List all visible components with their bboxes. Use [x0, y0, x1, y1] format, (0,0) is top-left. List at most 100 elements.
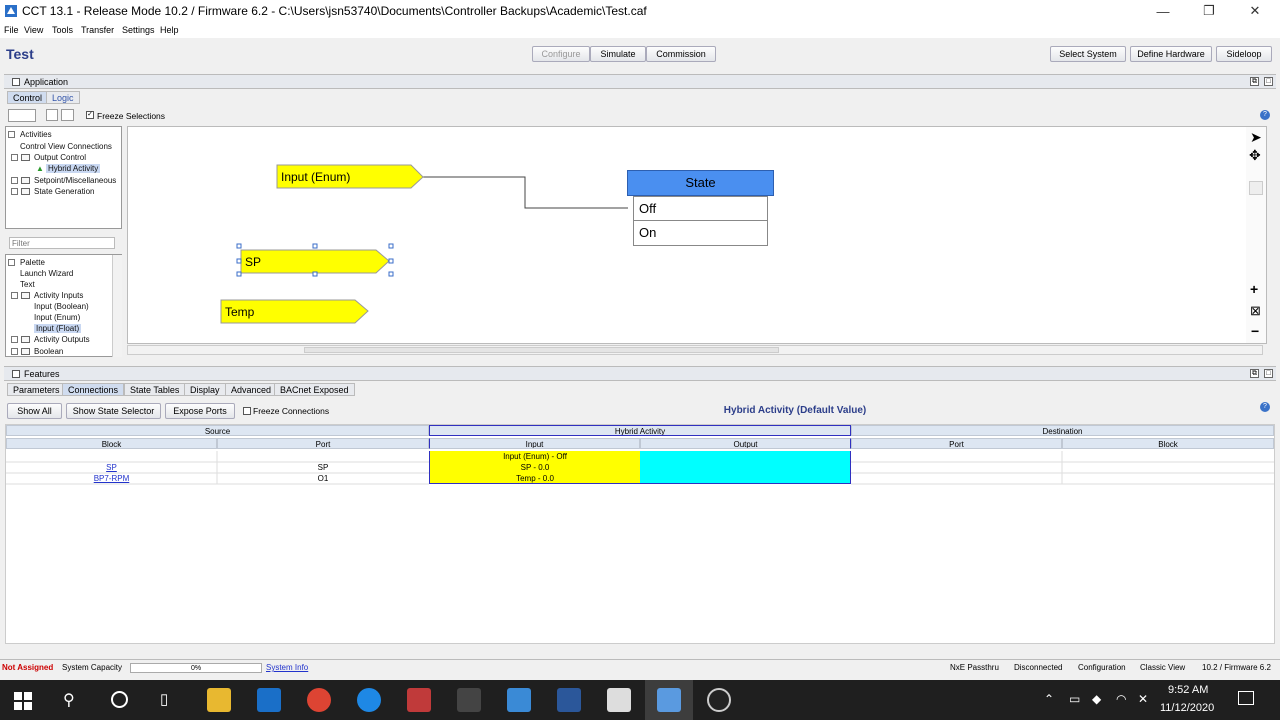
tab-advanced[interactable]: Advanced [225, 383, 278, 396]
restore-icon[interactable]: ⧉ [1250, 77, 1259, 86]
notification-icon[interactable] [1238, 691, 1254, 705]
menu-transfer[interactable]: Transfer [81, 25, 114, 35]
palette-activity-inputs[interactable]: Activity Inputs [34, 291, 83, 300]
file-explorer-icon[interactable] [207, 688, 231, 712]
tree-item-control-view-connections[interactable]: Control View Connections [20, 142, 112, 151]
layout-icon[interactable] [46, 109, 58, 121]
help-icon[interactable]: ? [1260, 402, 1270, 412]
expose-ports-button[interactable]: Expose Ports [165, 403, 235, 419]
col-input[interactable]: Input [429, 438, 640, 449]
chrome-icon[interactable] [307, 688, 331, 712]
expand-icon[interactable] [8, 131, 15, 138]
palette-boolean[interactable]: Boolean [34, 347, 63, 356]
chevron-up-icon[interactable]: ⌃ [1044, 692, 1054, 706]
col-dest-block[interactable]: Block [1062, 438, 1274, 449]
select-system-button[interactable]: Select System [1050, 46, 1126, 62]
close-icon[interactable]: ✕ [1232, 0, 1278, 22]
app-icon-dark[interactable] [707, 688, 731, 712]
wifi-icon[interactable]: ◠ [1116, 692, 1126, 706]
expand-icon[interactable] [11, 154, 18, 161]
tab-connections[interactable]: Connections [62, 383, 125, 396]
pan-icon[interactable]: ✥ [1249, 147, 1261, 164]
cortana-icon[interactable] [111, 691, 128, 708]
palette-scrollbar[interactable] [112, 255, 122, 357]
volume-muted-icon[interactable]: ✕ [1138, 692, 1148, 706]
word-icon[interactable] [557, 688, 581, 712]
filter-input[interactable] [9, 237, 115, 249]
tab-display[interactable]: Display [184, 383, 226, 396]
tab-bacnet-exposed[interactable]: BACnet Exposed [274, 383, 355, 396]
sp-block[interactable]: SP [241, 251, 381, 273]
col-output[interactable]: Output [640, 438, 851, 449]
system-info-link[interactable]: System Info [266, 663, 308, 672]
tab-logic[interactable]: Logic [46, 91, 80, 104]
expand-icon[interactable] [11, 177, 18, 184]
menu-tools[interactable]: Tools [52, 25, 73, 35]
canvas-h-scrollbar[interactable] [127, 345, 1263, 355]
cct-app-icon[interactable] [657, 688, 681, 712]
palette-activity-outputs[interactable]: Activity Outputs [34, 335, 90, 344]
print-icon[interactable] [8, 109, 36, 122]
freeze-selections-checkbox[interactable]: ✓ [86, 111, 94, 119]
zoom-region-icon[interactable] [1249, 181, 1263, 195]
input-enum-block[interactable]: Input (Enum) [277, 166, 417, 188]
tree-item-activities[interactable]: Activities [20, 130, 52, 139]
maximize-icon[interactable]: ❐ [1186, 0, 1232, 22]
tab-parameters[interactable]: Parameters [7, 383, 66, 396]
add-block-icon[interactable] [61, 109, 74, 121]
help-icon[interactable]: ? [1260, 110, 1270, 120]
col-source-port[interactable]: Port [217, 438, 429, 449]
col-dest-port[interactable]: Port [851, 438, 1062, 449]
temp-block[interactable]: Temp [221, 301, 361, 323]
app-icon-blue[interactable] [507, 688, 531, 712]
zoom-out-icon[interactable]: − [1251, 323, 1259, 339]
outlook-icon[interactable] [257, 688, 281, 712]
task-view-icon[interactable]: ▯ [160, 690, 168, 708]
expand-icon[interactable] [11, 336, 18, 343]
show-all-button[interactable]: Show All [7, 403, 62, 419]
menu-settings[interactable]: Settings [122, 25, 155, 35]
logic-canvas[interactable]: Input (Enum) SP Temp State Off On ➤ ✥ + … [127, 126, 1267, 344]
tree-item-output-control[interactable]: Output Control [34, 153, 86, 162]
dropbox-icon[interactable]: ◆ [1092, 692, 1101, 706]
search-icon[interactable]: ⚲ [63, 690, 75, 710]
freeze-connections-checkbox[interactable] [243, 407, 251, 415]
simulate-button[interactable]: Simulate [590, 46, 646, 62]
menu-file[interactable]: File [4, 25, 19, 35]
zoom-in-icon[interactable]: + [1250, 281, 1258, 297]
sideloop-button[interactable]: Sideloop [1216, 46, 1272, 62]
state-block-header[interactable]: State [627, 170, 774, 196]
scroll-thumb[interactable] [304, 347, 779, 353]
tree-item-setpoint[interactable]: Setpoint/Miscellaneous [34, 176, 116, 185]
maximize-panel-icon[interactable]: □ [1264, 369, 1273, 378]
app-icon-red[interactable] [407, 688, 431, 712]
expand-icon[interactable] [11, 188, 18, 195]
configure-button[interactable]: Configure [532, 46, 590, 62]
edge-icon[interactable] [357, 688, 381, 712]
col-source-block[interactable]: Block [6, 438, 217, 449]
tree-item-state-generation[interactable]: State Generation [34, 187, 94, 196]
palette-root[interactable]: Palette [20, 258, 45, 267]
menu-view[interactable]: View [24, 25, 43, 35]
panel-toggle-icon[interactable] [12, 370, 20, 378]
palette-input-boolean[interactable]: Input (Boolean) [34, 302, 89, 311]
commission-button[interactable]: Commission [646, 46, 716, 62]
palette-input-enum[interactable]: Input (Enum) [34, 313, 80, 322]
palette-text[interactable]: Text [20, 280, 35, 289]
maximize-panel-icon[interactable]: □ [1264, 77, 1273, 86]
tree-item-hybrid-activity[interactable]: Hybrid Activity [46, 164, 101, 173]
nae-icon[interactable] [457, 688, 481, 712]
tab-state-tables[interactable]: State Tables [124, 383, 186, 396]
expand-icon[interactable] [8, 259, 15, 266]
show-state-selector-button[interactable]: Show State Selector [66, 403, 161, 419]
clock-date[interactable]: 11/12/2020 [1160, 702, 1214, 714]
panel-toggle-icon[interactable] [12, 78, 20, 86]
minimize-icon[interactable]: — [1140, 0, 1186, 22]
restore-icon[interactable]: ⧉ [1250, 369, 1259, 378]
palette-input-float[interactable]: Input (Float) [34, 324, 82, 333]
state-row-on[interactable]: On [633, 221, 768, 246]
palette-launch-wizard[interactable]: Launch Wizard [20, 269, 73, 278]
status-view[interactable]: Classic View [1140, 663, 1185, 672]
fit-icon[interactable]: ⊠ [1250, 303, 1261, 319]
expand-icon[interactable] [11, 348, 18, 355]
